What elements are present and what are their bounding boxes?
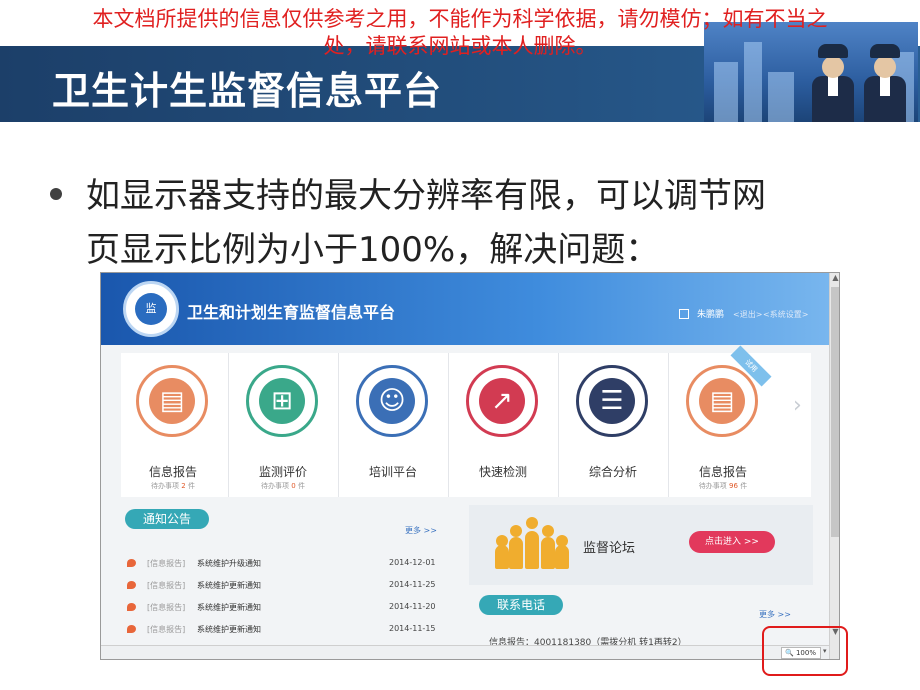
tile-divider [558, 353, 559, 497]
module-icon-ring: ☺ [356, 365, 428, 437]
people-icon [495, 517, 569, 569]
notice-more-link[interactable]: 更多 >> [405, 525, 437, 536]
module-label: 监测评价 [258, 465, 307, 479]
zoom-highlight-box [762, 626, 848, 676]
notice-title-text[interactable]: 系统维护升级通知 [197, 558, 261, 569]
module-todo: 待办事项 0 件 [261, 482, 305, 490]
site-logo[interactable]: 监 [123, 281, 179, 337]
notice-category: [信息报告] [147, 581, 186, 590]
bullet-text-line-1: 如显示器支持的最大分辨率有限，可以调节网 [86, 176, 766, 216]
module-tile[interactable]: ⊞ 监测评价待办事项 0 件 [231, 353, 335, 497]
site-title: 卫生和计划生育监督信息平台 [187, 303, 396, 322]
notice-date: 2014-11-25 [389, 580, 436, 589]
next-arrow-icon[interactable]: › [793, 393, 802, 418]
disclaimer-line-1: 本文档所提供的信息仅供参考之用，不能作为科学依据，请勿模仿；如有不当之 [92, 7, 828, 31]
notice-title-text[interactable]: 系统维护更新通知 [197, 580, 261, 591]
scroll-up-icon[interactable]: ▲ [830, 273, 839, 282]
forum-title: 监督论坛 [583, 541, 636, 556]
tile-divider [668, 353, 669, 497]
notice-title-text[interactable]: 系统维护更新通知 [197, 624, 261, 635]
speech-bubble-icon [127, 559, 136, 567]
presentation-icon: ⊞ [259, 378, 305, 424]
notice-panel: 通知公告 更多 >> [信息报告] 系统维护升级通知 2014-12-01 [信息报告… [121, 505, 461, 645]
notice-category: [信息报告] [147, 603, 186, 612]
trainer-icon: ☺ [369, 378, 415, 424]
speech-bubble-icon [127, 625, 136, 633]
module-icon-ring: ☰ [576, 365, 648, 437]
notice-row[interactable]: [信息报告] 系统维护更新通知 2014-11-20 [127, 599, 457, 617]
slide: 卫生计生监督信息平台 本文档所提供的信息仅供参考之用，不能作为科学依据，请勿模仿… [0, 0, 920, 690]
notice-date: 2014-11-15 [389, 624, 436, 633]
forum-enter-button[interactable]: 点击进入 >> [689, 531, 775, 553]
module-label: 培训平台 [368, 465, 417, 479]
notice-row[interactable]: [信息报告] 系统维护升级通知 2014-12-01 [127, 555, 457, 573]
notice-category: [信息报告] [147, 625, 186, 634]
module-tile[interactable]: ▤ 信息报告待办事项 2 件 [121, 353, 225, 497]
tile-divider [338, 353, 339, 497]
notice-date: 2014-12-01 [389, 558, 436, 567]
notice-category: [信息报告] [147, 559, 186, 568]
speech-bubble-icon [127, 603, 136, 611]
notice-row[interactable]: [信息报告] 系统维护更新通知 2014-11-15 [127, 621, 457, 639]
module-tiles: ▤ 信息报告待办事项 2 件 ⊞ 监测评价待办事项 0 件 ☺ 培训平台 ↗ 快速检测 ☰ 综… [121, 353, 811, 497]
module-label: 综合分析 [588, 465, 637, 479]
module-icon-ring: ▤ [136, 365, 208, 437]
module-icon-ring: ↗ [466, 365, 538, 437]
vertical-scrollbar[interactable]: ▲ ▼ [829, 273, 839, 659]
tile-divider [448, 353, 449, 497]
site-header: 监 卫生和计划生育监督信息平台 朱鹏鹏 <退出> <系统设置> [101, 273, 829, 345]
contact-more-link[interactable]: 更多 >> [759, 609, 791, 620]
module-label: 信息报告 [148, 465, 197, 479]
chart-up-icon: ↗ [479, 378, 525, 424]
module-todo: 待办事项 2 件 [151, 482, 195, 490]
report-icon: ▤ [149, 378, 195, 424]
settings-link[interactable]: <系统设置> [763, 309, 808, 320]
report-icon: ▤ [699, 378, 745, 424]
notice-title-text[interactable]: 系统维护更新通知 [197, 602, 261, 613]
module-tile[interactable]: ☺ 培训平台 [341, 353, 445, 497]
scroll-thumb[interactable] [831, 287, 839, 537]
browser-screenshot: 监 卫生和计划生育监督信息平台 朱鹏鹏 <退出> <系统设置> ▤ 信息报告待办事… [100, 272, 840, 660]
module-tile[interactable]: ☰ 综合分析 [561, 353, 665, 497]
tile-divider [228, 353, 229, 497]
module-label: 快速检测 [478, 465, 527, 479]
logo-mark: 监 [135, 293, 167, 325]
module-label: 信息报告 [698, 465, 747, 479]
contact-title: 联系电话 [479, 595, 564, 615]
browser-status-bar [101, 645, 829, 659]
module-tile[interactable]: ↗ 快速检测 [451, 353, 555, 497]
speech-bubble-icon [127, 581, 136, 589]
forum-panel: 监督论坛 点击进入 >> [469, 505, 813, 585]
notice-date: 2014-11-20 [389, 602, 436, 611]
newspaper-icon: ☰ [589, 378, 635, 424]
module-icon-ring: ▤ [686, 365, 758, 437]
notice-title: 通知公告 [125, 509, 210, 529]
user-icon [679, 309, 689, 319]
notice-row[interactable]: [信息报告] 系统维护更新通知 2014-11-25 [127, 577, 457, 595]
slide-title: 卫生计生监督信息平台 [52, 69, 443, 113]
disclaimer-line-2: 处，请联系网站或本人删除。 [323, 34, 597, 58]
bullet-dot [50, 188, 62, 200]
logout-link[interactable]: <退出> [733, 309, 762, 320]
bullet-text-line-2: 页显示比例为小于100%，解决问题： [86, 230, 660, 270]
module-todo: 待办事项 96 件 [698, 482, 748, 490]
user-name: 朱鹏鹏 [697, 310, 725, 320]
module-icon-ring: ⊞ [246, 365, 318, 437]
